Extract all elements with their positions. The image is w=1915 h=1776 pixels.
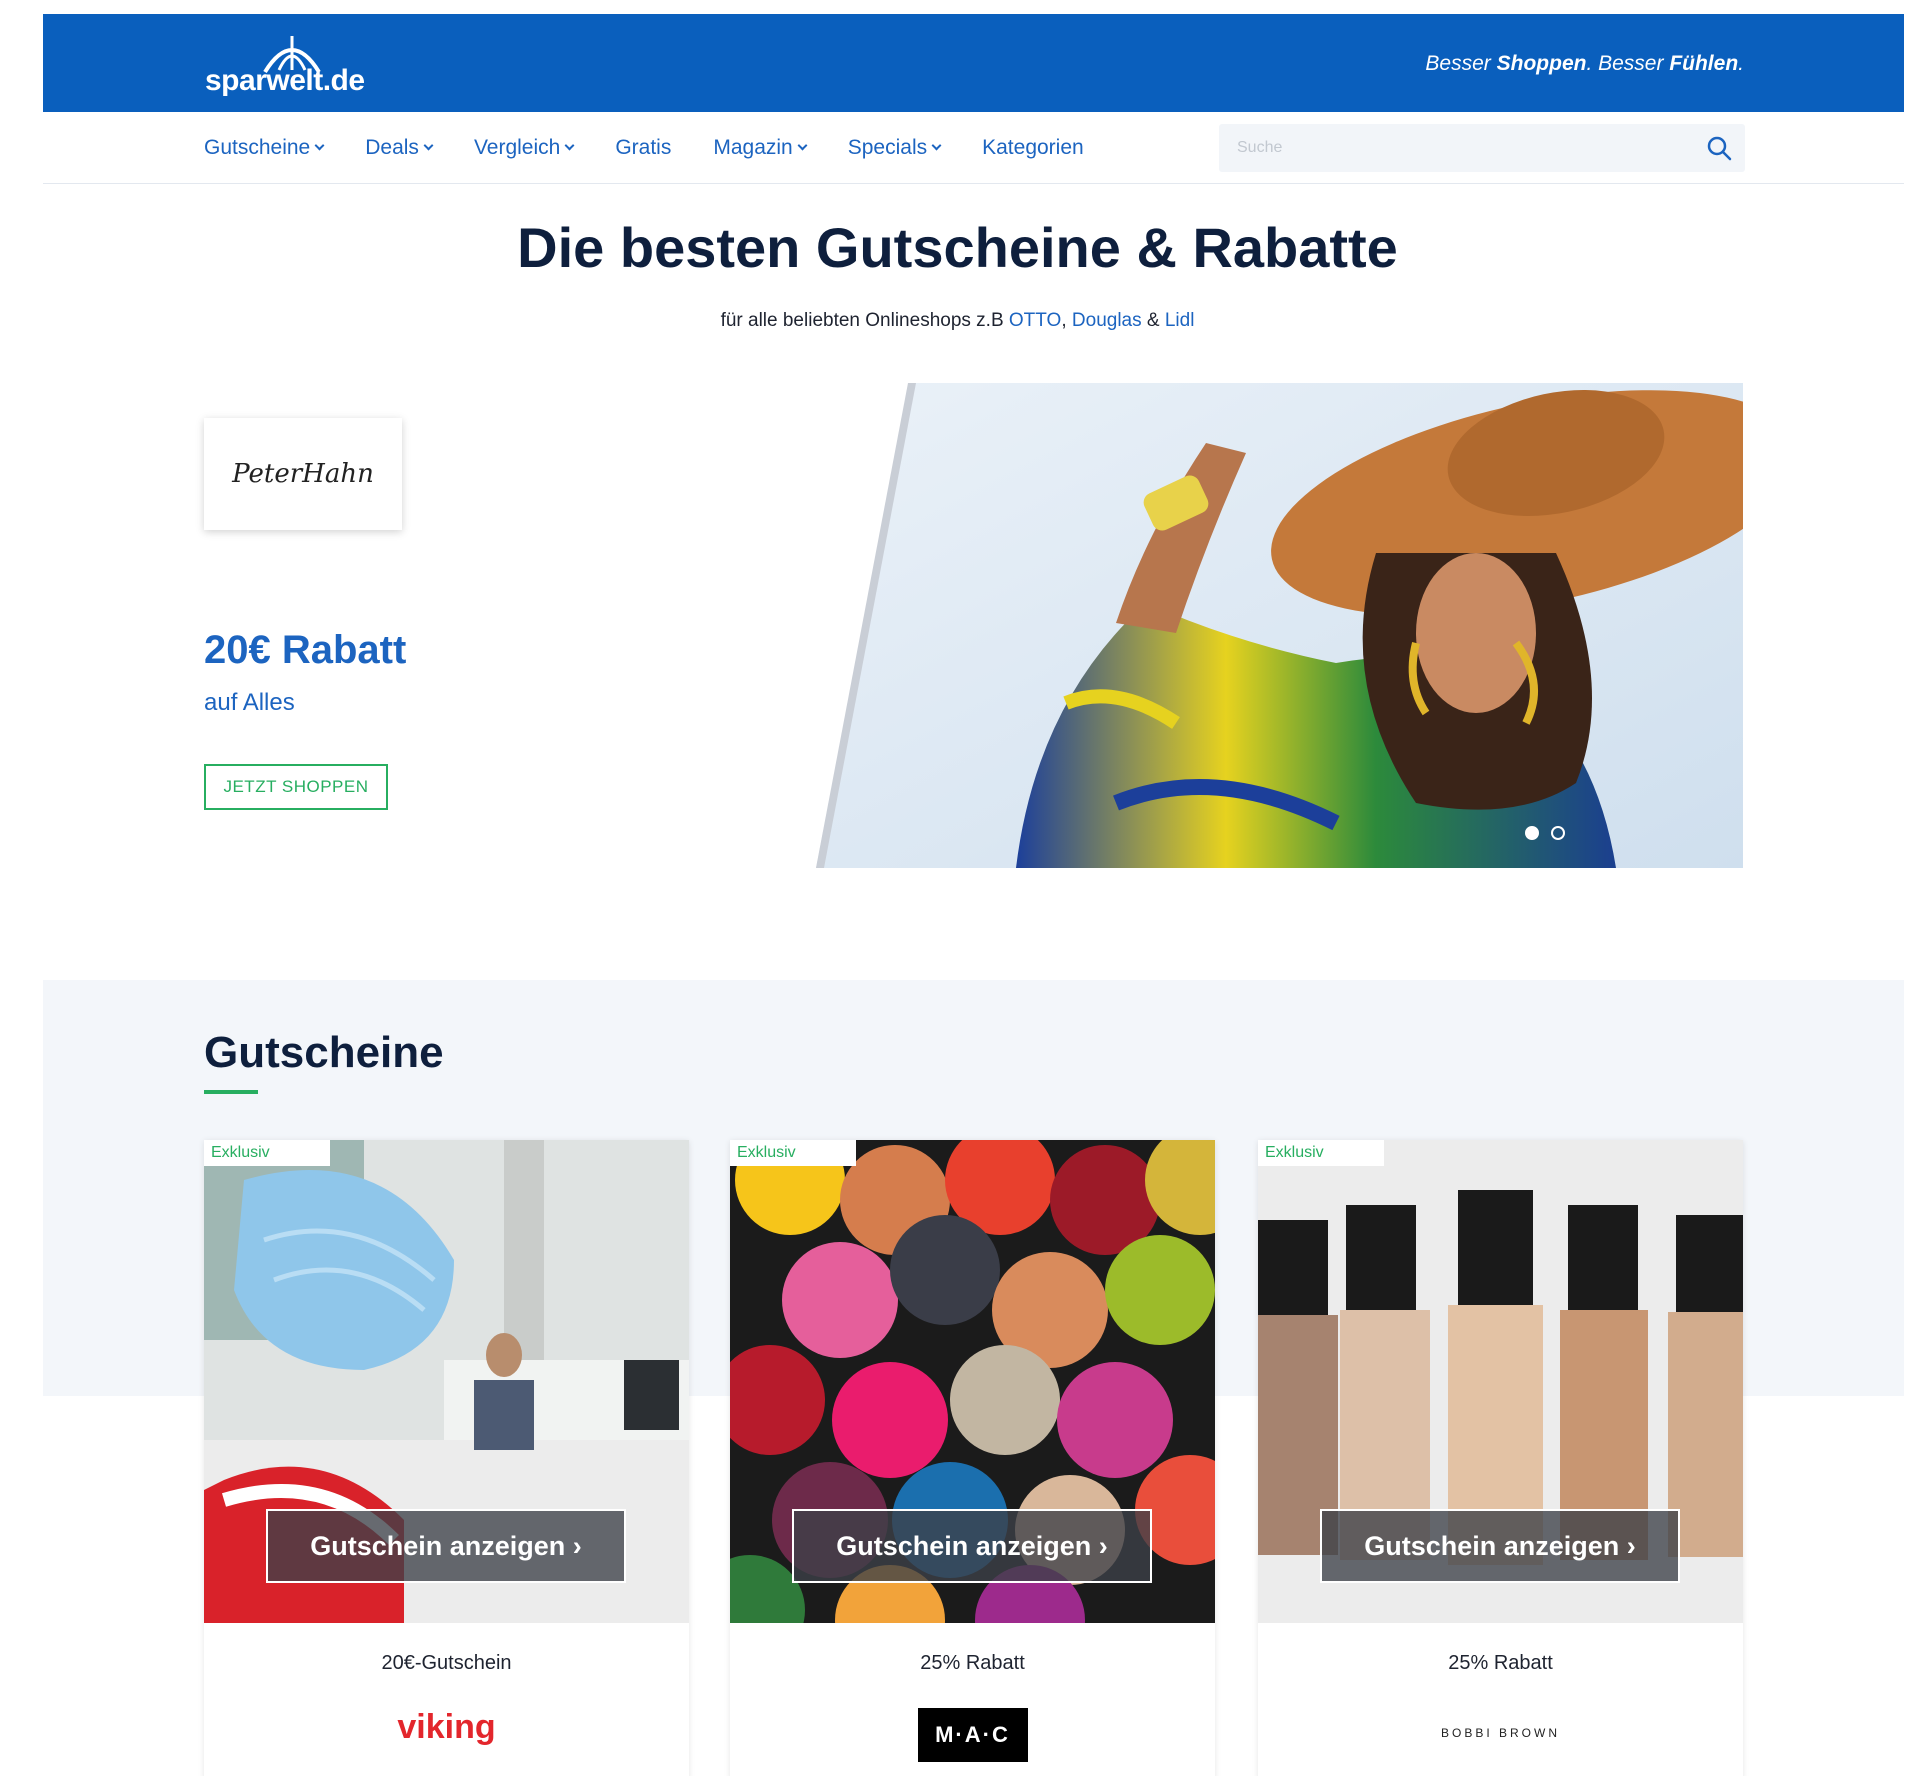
section-title: Gutscheine [204, 1028, 444, 1077]
card-title: 25% Rabatt [920, 1652, 1025, 1674]
exclusive-badge: Exklusiv [204, 1140, 330, 1166]
exclusive-badge: Exklusiv [730, 1140, 856, 1166]
nav-item-magazin[interactable]: Magazin [713, 136, 808, 160]
page-subtitle: für alle beliebten Onlineshops z.B OTTO,… [720, 310, 1195, 331]
show-coupon-button[interactable]: Gutschein anzeigen › [792, 1509, 1152, 1583]
slider-dots [1525, 826, 1565, 840]
card-image: Exklusiv Gutschein anzeigen › [730, 1140, 1215, 1623]
brand-logo-bobbi-brown: BOBBI BROWN [1440, 1726, 1560, 1740]
section-underline [204, 1090, 258, 1094]
show-coupon-button[interactable]: Gutschein anzeigen › [266, 1509, 626, 1583]
tagline: Besser Shoppen. Besser Fühlen. [1425, 52, 1744, 75]
brand-logo-mac: M·A·C [730, 1708, 1215, 1762]
top-bar: sparwelt.de Besser Shoppen. Besser Fühle… [43, 14, 1904, 112]
chevron-down-icon [314, 140, 325, 151]
shop-now-button[interactable]: JETZT SHOPPEN [204, 764, 388, 810]
offer-title: 20€ Rabatt [204, 628, 407, 672]
nav-list: Gutscheine Deals Vergleich Gratis Magazi… [204, 136, 1126, 160]
coupon-card-mac[interactable]: Exklusiv Gutschein anzeigen › 25% Rabatt… [730, 1140, 1215, 1776]
link-douglas[interactable]: Douglas [1072, 310, 1142, 331]
link-lidl[interactable]: Lidl [1165, 310, 1195, 331]
shop-logo: PeterHahn [232, 459, 374, 489]
site-logo[interactable]: sparwelt.de [205, 32, 375, 102]
brand-logo-viking: viking [397, 1708, 496, 1746]
card-image: Exklusiv Gutschein anzeigen › [204, 1140, 689, 1623]
search-box [1219, 124, 1745, 172]
exclusive-badge: Exklusiv [1258, 1140, 1384, 1166]
nav-item-vergleich[interactable]: Vergleich [474, 136, 575, 160]
shop-logo-card[interactable]: PeterHahn [204, 418, 402, 530]
nav-item-gutscheine[interactable]: Gutscheine [204, 136, 325, 160]
card-title: 25% Rabatt [1448, 1652, 1553, 1674]
logo-text: sparwelt.de [205, 64, 365, 97]
offer-subtitle: auf Alles [204, 689, 295, 716]
main-nav: Gutscheine Deals Vergleich Gratis Magazi… [43, 112, 1904, 184]
nav-item-gratis[interactable]: Gratis [615, 136, 671, 160]
link-otto[interactable]: OTTO [1009, 310, 1061, 331]
chevron-down-icon [797, 140, 808, 151]
nav-item-specials[interactable]: Specials [848, 136, 942, 160]
search-input[interactable] [1219, 124, 1659, 172]
coupon-card-viking[interactable]: Exklusiv Gutschein anzeigen › 20€-Gutsch… [204, 1140, 689, 1776]
card-title: 20€-Gutschein [381, 1652, 512, 1674]
slider-dot-2[interactable] [1551, 826, 1565, 840]
chevron-down-icon [564, 140, 575, 151]
nav-item-deals[interactable]: Deals [365, 136, 434, 160]
card-image: Exklusiv Gutschein anzeigen › [1258, 1140, 1743, 1623]
page-title: Die besten Gutscheine & Rabatte [517, 216, 1398, 279]
nav-item-kategorien[interactable]: Kategorien [982, 136, 1084, 160]
page: sparwelt.de Besser Shoppen. Besser Fühle… [0, 0, 1915, 1776]
show-coupon-button[interactable]: Gutschein anzeigen › [1320, 1509, 1680, 1583]
hero-banner-image[interactable] [816, 383, 1743, 868]
woman-with-hat-illustration [816, 383, 1743, 868]
coupon-card-bobbi-brown[interactable]: Exklusiv Gutschein anzeigen › 25% Rabatt… [1258, 1140, 1743, 1776]
chevron-down-icon [423, 140, 434, 151]
search-icon[interactable] [1705, 134, 1733, 162]
chevron-down-icon [931, 140, 942, 151]
slider-dot-1[interactable] [1525, 826, 1539, 840]
